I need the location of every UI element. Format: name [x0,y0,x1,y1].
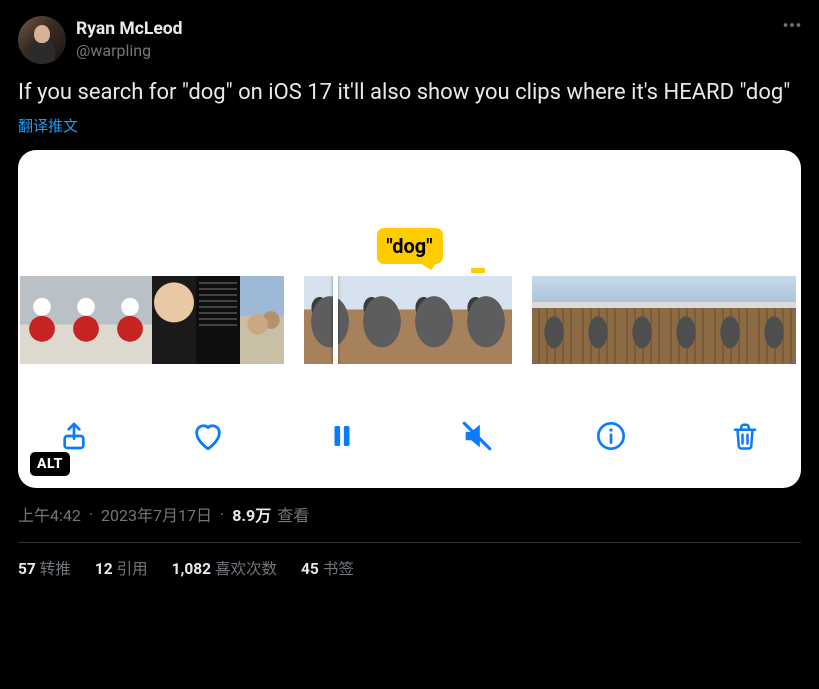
bookmarks-count: 45 [301,560,319,578]
mute-icon[interactable] [455,414,499,458]
tweet-date[interactable]: 2023年7月17日 [101,502,212,526]
playhead-icon[interactable] [333,276,338,364]
trash-icon[interactable] [723,414,767,458]
retweets-stat[interactable]: 57转推 [18,557,71,579]
display-name: Ryan McLeod [76,19,183,41]
handle: @warpling [76,41,183,61]
dot-separator: · [87,505,95,524]
tweet-meta: 上午4:42 · 2023年7月17日 · 8.9万 查看 [18,502,801,526]
translate-link[interactable]: 翻译推文 [18,115,78,136]
bookmarks-stat[interactable]: 45书签 [301,557,354,579]
author-names[interactable]: Ryan McLeod @warpling [76,19,183,61]
tweet-container: Ryan McLeod @warpling If you search for … [0,0,819,579]
video-timeline-strip[interactable] [18,276,801,364]
pause-icon[interactable] [320,414,364,458]
likes-stat[interactable]: 1,082喜欢次数 [172,557,277,579]
avatar[interactable] [18,16,66,64]
search-term-bubble: "dog" [376,228,442,264]
quotes-label: 引用 [117,560,148,578]
clip-group-1[interactable] [20,276,284,364]
views-count: 8.9万 [232,502,271,526]
quotes-count: 12 [95,560,113,578]
clip-thumb[interactable] [196,276,240,364]
views-label: 查看 [277,502,309,526]
heart-icon[interactable] [186,414,230,458]
likes-label: 喜欢次数 [215,560,277,578]
retweets-count: 57 [18,560,36,578]
clip-thumb[interactable] [20,276,152,364]
retweets-label: 转推 [40,560,71,578]
tweet-text: If you search for "dog" on iOS 17 it'll … [18,78,801,107]
clip-group-3[interactable] [532,276,796,364]
clip-thumb[interactable] [152,276,196,364]
alt-badge[interactable]: ALT [30,452,70,476]
info-icon[interactable] [589,414,633,458]
tweet-time[interactable]: 上午4:42 [18,502,81,526]
clip-thumb[interactable] [240,276,284,364]
tweet-header: Ryan McLeod @warpling [18,16,801,64]
dot-separator: · [218,505,226,524]
bookmarks-label: 书签 [323,560,354,578]
likes-count: 1,082 [172,560,211,578]
media-card[interactable]: "dog" [18,150,801,488]
media-toolbar [18,406,801,466]
engagement-bar: 57转推 12引用 1,082喜欢次数 45书签 [18,543,801,579]
more-icon[interactable] [781,14,803,40]
clip-group-2[interactable] [304,276,512,364]
bubble-tick-icon [471,268,485,273]
quotes-stat[interactable]: 12引用 [95,557,148,579]
